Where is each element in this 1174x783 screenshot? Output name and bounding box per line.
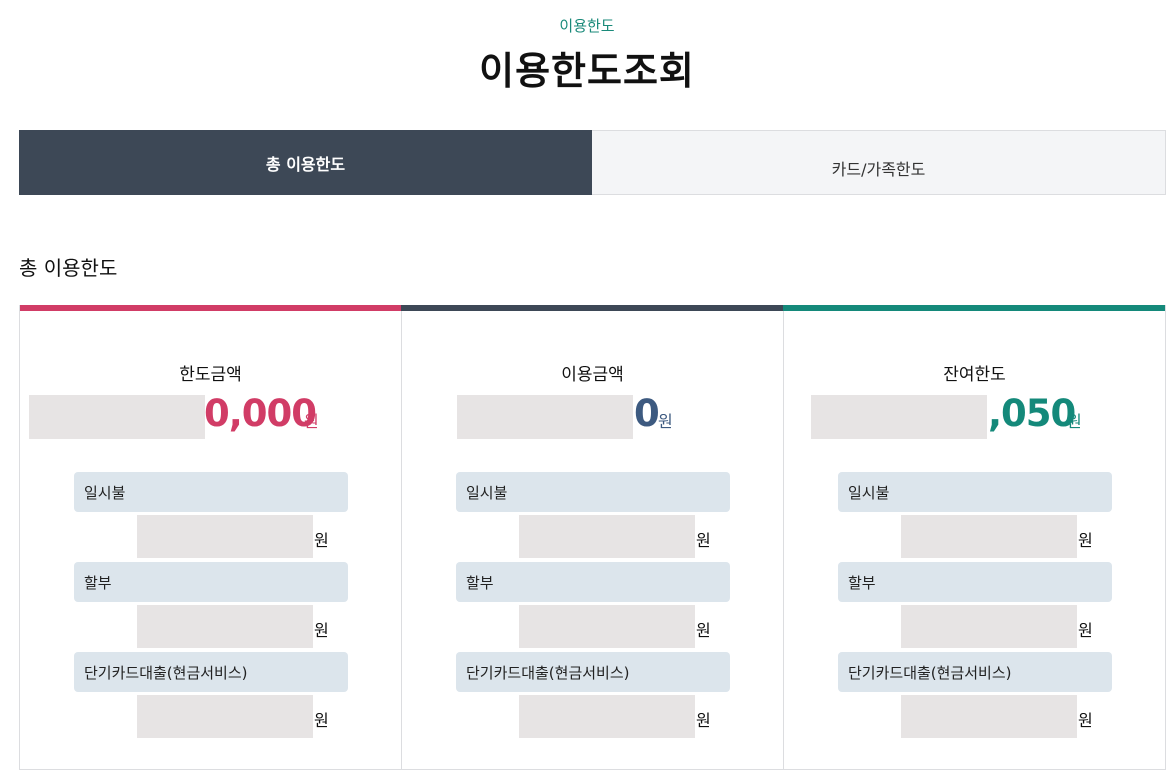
value-unit: 원 [1078, 711, 1093, 730]
value-unit: 원 [314, 621, 329, 640]
card-label: 잔여한도 [943, 365, 1006, 385]
redacted-amount [811, 395, 987, 439]
installment-header: 할부 [74, 562, 348, 602]
redacted-value [519, 695, 695, 738]
card-accent-bar [20, 305, 401, 311]
redacted-value [901, 515, 1077, 558]
lump-sum-header: 일시불 [74, 472, 348, 512]
redacted-amount [457, 395, 633, 439]
section-title: 총 이용한도 [19, 256, 118, 280]
card-label: 이용금액 [561, 365, 624, 385]
amount-row: 0,000 원 [20, 392, 401, 440]
page-eyebrow: 이용한도 [559, 17, 615, 35]
value-unit: 원 [696, 711, 711, 730]
value-unit: 원 [1078, 531, 1093, 550]
lump-sum-header: 일시불 [456, 472, 730, 512]
remaining-limit-card: 잔여한도 ,050 원 일시불 원 할부 원 단기카드대출(현금서비스) 원 [783, 305, 1165, 769]
amount-value: ,050 [988, 392, 1076, 435]
lump-sum-header: 일시불 [838, 472, 1112, 512]
cash-advance-header: 단기카드대출(현금서비스) [838, 652, 1112, 692]
redacted-value [901, 605, 1077, 648]
amount-unit: 원 [304, 412, 319, 431]
installment-header: 할부 [838, 562, 1112, 602]
amount-row: ,050 원 [784, 392, 1165, 440]
limit-amount-card: 한도금액 0,000 원 일시불 원 할부 원 단기카드대출(현금서비스) 원 [20, 305, 401, 769]
value-unit: 원 [696, 531, 711, 550]
amount-row: 0 원 [402, 392, 783, 440]
card-label: 한도금액 [179, 365, 242, 385]
redacted-amount [29, 395, 205, 439]
amount-value: 0 [634, 392, 660, 435]
page-title: 이용한도조회 [479, 49, 695, 93]
usage-amount-card: 이용금액 0 원 일시불 원 할부 원 단기카드대출(현금서비스) 원 [401, 305, 783, 769]
cash-advance-header: 단기카드대출(현금서비스) [74, 652, 348, 692]
amount-unit: 원 [658, 412, 673, 431]
value-unit: 원 [314, 531, 329, 550]
card-accent-bar [401, 305, 783, 311]
amount-unit: 원 [1067, 412, 1082, 431]
redacted-value [901, 695, 1077, 738]
tab-total-limit[interactable]: 총 이용한도 [19, 130, 592, 195]
value-unit: 원 [696, 621, 711, 640]
amount-value: 0,000 [204, 392, 317, 435]
value-unit: 원 [314, 711, 329, 730]
installment-header: 할부 [456, 562, 730, 602]
tab-card-family-limit[interactable]: 카드/가족한도 [592, 130, 1166, 195]
redacted-value [137, 515, 313, 558]
cash-advance-header: 단기카드대출(현금서비스) [456, 652, 730, 692]
redacted-value [519, 605, 695, 648]
redacted-value [519, 515, 695, 558]
redacted-value [137, 695, 313, 738]
card-accent-bar [783, 305, 1165, 311]
value-unit: 원 [1078, 621, 1093, 640]
tab-bar: 총 이용한도 카드/가족한도 [19, 130, 1166, 195]
limit-cards: 한도금액 0,000 원 일시불 원 할부 원 단기카드대출(현금서비스) 원 … [19, 305, 1166, 770]
redacted-value [137, 605, 313, 648]
